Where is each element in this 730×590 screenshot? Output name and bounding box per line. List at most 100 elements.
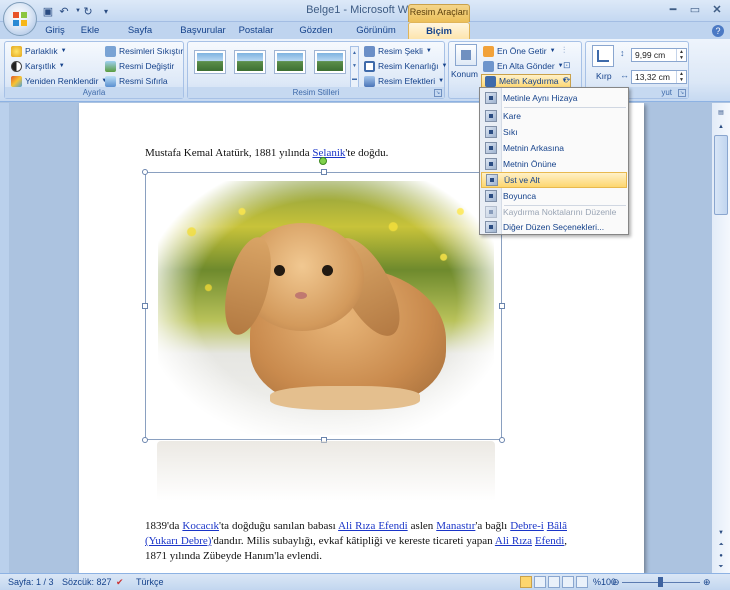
rabbit-photo[interactable] — [158, 181, 494, 435]
help-icon[interactable]: ? — [712, 25, 724, 37]
top-and-bottom-icon — [486, 174, 498, 186]
menu-item-tight[interactable]: Sıkı — [481, 124, 627, 140]
outline-view-button[interactable] — [562, 576, 574, 588]
tab-gorunum[interactable]: Görünüm — [356, 22, 396, 39]
scroll-up-button[interactable]: ▲ — [714, 121, 728, 133]
paragraph-2[interactable]: 1839'da Kocacık'ta doğduğu sanılan babas… — [145, 519, 567, 564]
position-button-label[interactable]: Konum — [451, 69, 478, 79]
link-ali-riza[interactable]: Ali Rıza — [495, 535, 532, 547]
width-spinner[interactable]: ▲ ▼ — [676, 71, 686, 83]
styles-dialog-launcher-icon[interactable]: ↘ — [434, 89, 442, 97]
tab-basvurular[interactable]: Başvurular — [180, 22, 226, 39]
menu-item-more-layout-options[interactable]: Diğer Düzen Seçenekleri... — [481, 219, 627, 235]
send-to-back-button[interactable]: En Alta Gönder ▼ — [483, 59, 564, 74]
tab-gozden-gecir[interactable]: Gözden Geçir — [288, 22, 344, 53]
bring-to-front-button[interactable]: En Öne Getir ▼ — [483, 44, 556, 59]
resize-handle-tl[interactable] — [142, 169, 148, 175]
height-spinner[interactable]: ▲ ▼ — [676, 49, 686, 61]
compress-pictures-button[interactable]: Resimleri Sıkıştır — [105, 44, 183, 59]
rotate-handle[interactable] — [319, 157, 327, 165]
menu-item-behind-text[interactable]: Metnin Arkasına — [481, 140, 627, 156]
proofing-icon[interactable]: ✔ — [116, 576, 124, 589]
styles-gallery-scroll[interactable]: ▲ ▼ ▬ — [350, 46, 359, 88]
page-indicator[interactable]: Sayfa: 1 / 3 — [8, 576, 54, 589]
picture-style-3[interactable] — [274, 50, 306, 74]
picture-style-4[interactable] — [314, 50, 346, 74]
width-input[interactable]: 13,32 cm ▲ ▼ — [631, 70, 687, 84]
vertical-scrollbar[interactable]: ▤ ▲ ▼ ⏶ ● ⏷ — [712, 103, 730, 573]
menu-item-through[interactable]: Boyunca — [481, 188, 627, 204]
change-picture-button[interactable]: Resmi Değiştir — [105, 59, 174, 74]
height-icon: ↕ — [620, 48, 625, 58]
square-wrap-icon — [485, 110, 497, 122]
menu-item-inline-with-text[interactable]: Metinle Aynı Hizaya — [481, 90, 627, 106]
word-count[interactable]: Sözcük: 827 — [62, 576, 112, 589]
rotate-icon[interactable]: ⟳ — [563, 75, 571, 86]
crop-icon[interactable] — [592, 45, 614, 67]
menu-item-top-and-bottom[interactable]: Üst ve Alt — [481, 172, 627, 188]
bring-front-icon — [483, 46, 494, 57]
group-picture-styles: ▲ ▼ ▬ Resim Şekli ▼ Resim Kenarlığı ▼ Resim … — [187, 41, 447, 99]
picture-style-2[interactable] — [234, 50, 266, 74]
customize-qat-icon[interactable]: ▾ — [98, 3, 114, 19]
link-manastir[interactable]: Manastır — [436, 520, 475, 532]
tab-postalar[interactable]: Postalar — [238, 22, 274, 39]
zoom-slider-thumb[interactable] — [658, 577, 663, 587]
picture-style-1[interactable] — [194, 50, 226, 74]
minimize-button[interactable]: ━ — [662, 2, 684, 18]
through-wrap-icon — [485, 190, 497, 202]
group-objects-icon[interactable]: ⊡ — [563, 60, 571, 71]
group-label-picture-styles: Resim Stilleri — [188, 87, 444, 98]
brightness-button[interactable]: Parlaklık ▼ — [11, 44, 67, 59]
selected-picture[interactable] — [142, 157, 505, 443]
print-layout-view-button[interactable] — [520, 576, 532, 588]
compress-icon — [105, 46, 116, 57]
picture-border-button[interactable]: Resim Kenarlığı ▼ — [364, 59, 447, 74]
save-icon[interactable]: ▣ — [40, 3, 56, 19]
edit-wrap-points-icon — [485, 206, 497, 218]
link-selanik[interactable]: Selanik — [312, 147, 345, 159]
contrast-button[interactable]: Karşıtlık ▼ — [11, 59, 65, 74]
tab-bicim[interactable]: Biçim — [408, 22, 470, 39]
crop-button-label[interactable]: Kırp — [596, 71, 612, 81]
tab-ekle[interactable]: Ekle — [78, 22, 102, 39]
menu-item-in-front-of-text[interactable]: Metnin Önüne — [481, 156, 627, 172]
menu-item-square[interactable]: Kare — [481, 108, 627, 124]
contrast-icon — [11, 61, 22, 72]
office-button[interactable] — [3, 2, 37, 36]
position-icon[interactable] — [455, 44, 477, 66]
office-logo-icon — [13, 12, 27, 26]
language-indicator[interactable]: Türkçe — [136, 576, 164, 589]
resize-handle-r[interactable] — [499, 303, 505, 309]
align-icon[interactable]: ⫶ — [563, 45, 565, 56]
link-debre-i[interactable]: Debre-i — [510, 520, 544, 532]
link-ali-riza-efendi[interactable]: Ali Rıza Efendi — [338, 520, 408, 532]
tab-giris[interactable]: Giriş — [42, 22, 68, 39]
resize-handle-bl[interactable] — [142, 437, 148, 443]
scroll-down-button[interactable]: ▼ — [714, 527, 728, 539]
zoom-in-icon[interactable]: ⊕ — [703, 576, 711, 589]
next-page-button[interactable]: ⏷ — [714, 561, 728, 573]
close-button[interactable]: ✕ — [706, 2, 728, 18]
maximize-button[interactable]: ▭ — [684, 2, 706, 18]
resize-handle-br[interactable] — [499, 437, 505, 443]
group-label-adjust: Ayarla — [5, 87, 183, 98]
resize-handle-t[interactable] — [321, 169, 327, 175]
resize-handle-l[interactable] — [142, 303, 148, 309]
recolor-icon — [11, 76, 22, 87]
scroll-thumb[interactable] — [714, 135, 728, 215]
zoom-out-icon[interactable]: ⊖ — [612, 576, 620, 589]
tab-sayfa-duzeni[interactable]: Sayfa Düzeni — [114, 22, 166, 53]
web-layout-button[interactable] — [548, 576, 560, 588]
link-efendi[interactable]: Efendi — [535, 535, 564, 547]
height-input[interactable]: 9,99 cm ▲ ▼ — [631, 48, 687, 62]
link-kocacik[interactable]: Kocacık — [182, 520, 219, 532]
draft-view-button[interactable] — [576, 576, 588, 588]
ruler-toggle-icon[interactable]: ▤ — [714, 107, 728, 119]
group-adjust: Parlaklık ▼ Karşıtlık ▼ Yeniden Renklendir… — [4, 41, 184, 99]
redo-icon[interactable]: ↻ — [80, 3, 96, 19]
picture-shape-button[interactable]: Resim Şekli ▼ — [364, 44, 432, 59]
layout-options-icon — [485, 221, 497, 233]
size-dialog-launcher-icon[interactable]: ↘ — [678, 89, 686, 97]
full-screen-reading-button[interactable] — [534, 576, 546, 588]
